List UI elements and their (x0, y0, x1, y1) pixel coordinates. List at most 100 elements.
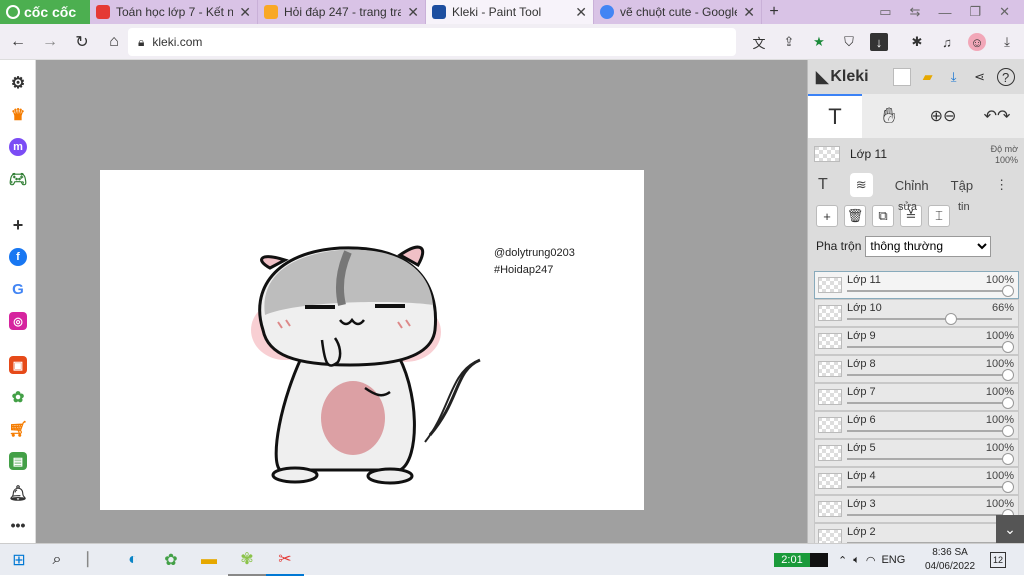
downloads-icon[interactable]: ⤓ (998, 33, 1016, 51)
file-explorer-icon[interactable]: ▬ (190, 544, 228, 576)
reload-icon[interactable]: ↻ (68, 32, 96, 52)
layer-row[interactable]: Lớp 8 100% (814, 355, 1019, 383)
chevron-down-icon[interactable]: ⌄ (996, 515, 1024, 543)
edge-icon[interactable]: ◐ (114, 544, 152, 576)
shopping-icon[interactable]: ▣ (9, 356, 27, 374)
notification-icon[interactable]: 12 (990, 552, 1006, 568)
download-page-icon[interactable]: ↓ (870, 33, 888, 51)
settings-icon[interactable]: ⚙ (9, 74, 27, 92)
layer-row[interactable]: Lớp 6 100% (814, 411, 1019, 439)
layer-row[interactable]: Lớp 3 100% (814, 495, 1019, 523)
opacity-slider-knob[interactable] (1002, 453, 1014, 465)
coccoc-taskbar-icon[interactable]: ✿ (152, 544, 190, 576)
duplicate-layer-button[interactable]: ⧉ (872, 205, 894, 227)
share-icon[interactable]: ⇪ (780, 33, 798, 51)
layer-row[interactable]: Lớp 4 100% (814, 467, 1019, 495)
search-icon[interactable]: ⌕ (38, 544, 76, 576)
opacity-track[interactable] (847, 374, 1012, 376)
layer-row[interactable]: Lớp 11 100% (814, 271, 1019, 299)
tab-google[interactable]: vẽ chuột cute - Google T ✕ (594, 0, 762, 24)
new-tab-button[interactable]: + (762, 3, 786, 21)
bell-icon[interactable]: 🔔︎ (8, 484, 27, 502)
minimize-icon[interactable]: — (938, 5, 951, 20)
star-icon[interactable]: ★ (810, 33, 828, 51)
opacity-track[interactable] (847, 402, 1012, 404)
google-icon[interactable]: G (9, 280, 27, 298)
shop-icon[interactable]: 🛒︎ (8, 420, 27, 438)
tab-more[interactable]: ⋮ (995, 177, 1008, 193)
opacity-slider-knob[interactable] (1002, 481, 1014, 493)
close-icon[interactable]: ✕ (743, 4, 755, 21)
delete-layer-button[interactable]: 🗑︎ (844, 205, 866, 227)
extensions-icon[interactable]: ✱ (908, 33, 926, 51)
tab-layers[interactable]: ≋ (849, 173, 873, 197)
close-icon[interactable]: ✕ (575, 4, 587, 21)
translate-icon[interactable]: 文 (750, 33, 768, 51)
messenger-icon[interactable]: m (9, 138, 27, 156)
help-icon[interactable]: ? (996, 68, 1015, 86)
zoom-tool[interactable]: ⊕⊖ (916, 94, 970, 138)
avatar[interactable]: ☺ (968, 33, 986, 51)
new-image-icon[interactable] (892, 68, 911, 86)
blend-select[interactable]: thông thường (865, 235, 992, 257)
text-tool[interactable]: T (808, 94, 862, 138)
opacity-track[interactable] (847, 486, 1012, 488)
tab-text[interactable]: T (818, 176, 828, 194)
back-tabs-icon[interactable]: ⇆ (910, 4, 921, 20)
download-icon[interactable]: ⤓ (945, 68, 963, 86)
games-icon[interactable]: 🎮︎ (8, 170, 27, 188)
music-icon[interactable]: ♫ (938, 33, 956, 51)
opacity-slider-knob[interactable] (1002, 341, 1014, 353)
tab-toan-hoc[interactable]: Toán học lớp 7 - Kết nối ✕ (90, 0, 258, 24)
opacity-track[interactable] (847, 346, 1012, 348)
opacity-track[interactable] (847, 458, 1012, 460)
layer-row[interactable]: Lớp 10 66% (814, 299, 1019, 327)
opacity-track[interactable] (847, 514, 1012, 516)
shield-icon[interactable]: ⛉ (840, 33, 858, 51)
hand-tool[interactable]: ✋︎ (862, 94, 916, 138)
home-icon[interactable]: ⌂ (100, 33, 128, 51)
tab-kleki[interactable]: Kleki - Paint Tool ✕ (426, 0, 594, 24)
undo-redo[interactable]: ↶↷ (970, 94, 1024, 138)
language-indicator[interactable]: ENG (881, 554, 905, 566)
chevron-up-icon[interactable]: ⌃ (838, 554, 847, 567)
add-icon[interactable]: + (9, 215, 27, 235)
opacity-slider-knob[interactable] (1002, 369, 1014, 381)
opacity-slider-knob[interactable] (1002, 285, 1014, 297)
windows-start-icon[interactable]: ⊞ (0, 544, 38, 576)
add-layer-button[interactable]: + (816, 205, 838, 227)
sheet-icon[interactable]: ▤ (9, 452, 27, 470)
close-icon[interactable]: ✕ (407, 4, 419, 21)
tab-search-icon[interactable]: ▭ (879, 4, 891, 20)
opacity-track[interactable] (847, 430, 1012, 432)
opacity-slider-knob[interactable] (945, 313, 958, 325)
opacity-slider-knob[interactable] (1002, 397, 1014, 409)
tab-file[interactable]: Tập (951, 178, 973, 193)
close-icon[interactable]: ✕ (239, 4, 251, 21)
open-folder-icon[interactable]: ▰ (919, 68, 937, 86)
current-layer[interactable]: Lớp 11 Độ mờ 100% (808, 138, 1024, 170)
layer-row[interactable]: Lớp 5 100% (814, 439, 1019, 467)
volume-icon[interactable]: 🔈︎ (853, 554, 860, 567)
layer-row[interactable]: Lớp 7 100% (814, 383, 1019, 411)
coccoc-logo[interactable]: cốc cốc (0, 0, 90, 24)
opacity-track[interactable] (847, 318, 1012, 320)
clock[interactable]: 8:36 SA 04/06/2022 (920, 546, 980, 574)
instagram-icon[interactable]: ◎ (9, 312, 27, 330)
kleki-brand[interactable]: ◣ Kleki (816, 67, 869, 87)
opacity-slider-knob[interactable] (1002, 425, 1014, 437)
wifi-icon[interactable]: ◠ (866, 554, 876, 567)
app-icon[interactable]: ✾ (228, 544, 266, 576)
canvas-area[interactable]: @dolytrung0203 #Hoidap247 (36, 60, 807, 543)
tab-hoidap[interactable]: Hỏi đáp 247 - trang tra h ✕ (258, 0, 426, 24)
address-bar[interactable]: 🔒︎ kleki.com (128, 28, 736, 56)
coccoc-green-icon[interactable]: ✿ (9, 388, 27, 406)
more-icon[interactable]: ••• (9, 516, 27, 534)
rename-layer-button[interactable]: ⌶ (928, 205, 950, 227)
close-window-icon[interactable]: ✕ (999, 4, 1010, 20)
forward-icon[interactable]: → (36, 33, 64, 51)
tab-edit[interactable]: Chỉnh (895, 178, 929, 193)
facebook-icon[interactable]: f (9, 248, 27, 266)
drawing-canvas[interactable]: @dolytrung0203 #Hoidap247 (100, 170, 644, 510)
back-icon[interactable]: ← (4, 33, 32, 51)
